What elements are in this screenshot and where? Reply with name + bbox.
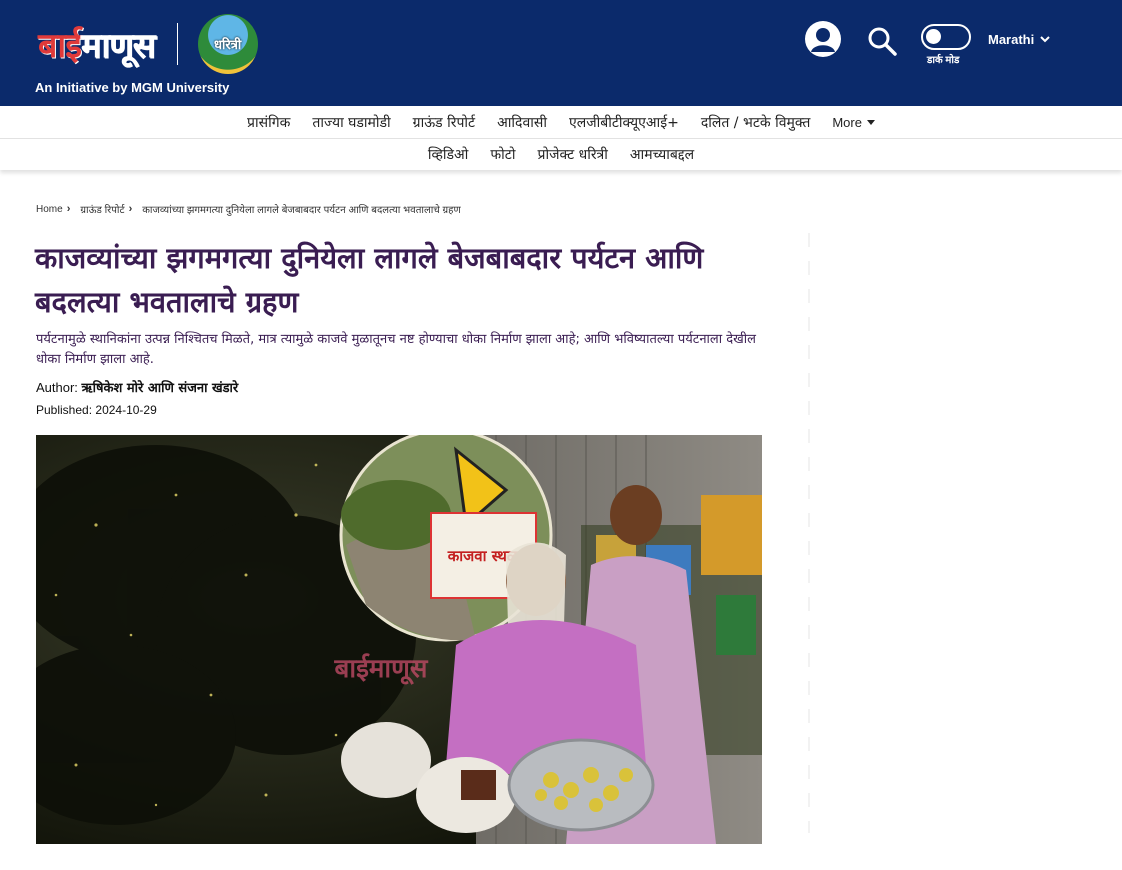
nav-item-about[interactable]: आमच्याबद्दल bbox=[619, 145, 705, 164]
sidebar-placeholder bbox=[808, 233, 810, 833]
user-icon[interactable] bbox=[805, 21, 841, 57]
nav-item-prasangik[interactable]: प्रासंगिक bbox=[236, 113, 301, 132]
published-date: 2024-10-29 bbox=[95, 403, 157, 417]
caret-down-icon bbox=[866, 119, 875, 125]
article-title: काजव्यांच्या झगमगत्या दुनियेला लागले बेज… bbox=[35, 241, 704, 319]
logo-divider bbox=[176, 23, 178, 65]
nav-item-video[interactable]: व्हिडिओ bbox=[417, 145, 480, 164]
nav-item-project-dharitri[interactable]: प्रोजेक्ट धरित्री bbox=[526, 145, 618, 164]
search-icon[interactable] bbox=[866, 25, 898, 57]
primary-nav: प्रासंगिक ताज्या घडामोडी ग्राऊंड रिपोर्ट… bbox=[0, 106, 1122, 139]
published-label: Published: bbox=[36, 403, 93, 417]
dark-mode-toggle[interactable] bbox=[921, 24, 971, 50]
partner-logo[interactable]: धरित्री bbox=[197, 14, 258, 74]
chevron-right-icon: › bbox=[128, 203, 133, 215]
author-name[interactable]: ऋषिकेश मोरे आणि संजना खंडारे bbox=[82, 381, 239, 396]
article-published: Published: 2024-10-29 bbox=[36, 403, 157, 417]
nav-item-latest[interactable]: ताज्या घडामोडी bbox=[301, 113, 401, 132]
language-label: Marathi bbox=[988, 32, 1035, 47]
secondary-nav: व्हिडिओ फोटो प्रोजेक्ट धरित्री आमच्याबद्… bbox=[0, 139, 1122, 170]
nav-item-dalit[interactable]: दलित / भटके विमुक्त bbox=[690, 113, 822, 132]
logo-part-2: माणूस bbox=[80, 26, 156, 66]
tagline: An Initiative by MGM University bbox=[35, 80, 230, 95]
watermark-text: बाईमाणूस bbox=[333, 653, 428, 685]
partner-logo-text: धरित्री bbox=[214, 38, 242, 53]
toggle-knob bbox=[926, 29, 941, 44]
article-author: Author: ऋषिकेश मोरे आणि संजना खंडारे bbox=[36, 378, 238, 396]
dark-mode-label: डार्क मोड bbox=[927, 55, 960, 66]
breadcrumb: Home › ग्राऊंड रिपोर्ट › काजव्यांच्या झग… bbox=[36, 202, 461, 216]
language-selector[interactable]: Marathi bbox=[988, 32, 1050, 47]
article-subtitle: पर्यटनामुळे स्थानिकांना उत्पन्न निश्चितच… bbox=[36, 332, 756, 367]
breadcrumb-home[interactable]: Home bbox=[36, 204, 63, 215]
site-header: बाईमाणूस धरित्री An Initiative by MGM Un… bbox=[0, 0, 1122, 106]
chevron-right-icon: › bbox=[66, 203, 71, 215]
logo-part-1: बाई bbox=[38, 26, 82, 66]
breadcrumb-category[interactable]: ग्राऊंड रिपोर्ट bbox=[80, 202, 124, 216]
nav-more-label: More bbox=[832, 114, 862, 130]
nav-item-lgbtqai[interactable]: एलजीबीटीक्यूएआई+ bbox=[558, 113, 690, 132]
nav-item-photo[interactable]: फोटो bbox=[479, 145, 526, 164]
author-label: Author: bbox=[36, 380, 78, 395]
breadcrumb-current: काजव्यांच्या झगमगत्या दुनियेला लागले बेज… bbox=[142, 205, 461, 216]
hero-image[interactable]: काजवा स्थळ बाईमाणूस bbox=[36, 435, 762, 844]
site-logo[interactable]: बाईमाणूस bbox=[38, 21, 156, 67]
nav-item-ground-report[interactable]: ग्राऊंड रिपोर्ट bbox=[402, 113, 486, 132]
chevron-down-icon bbox=[1040, 36, 1050, 43]
nav-more-dropdown[interactable]: More bbox=[821, 115, 886, 130]
logo-group[interactable]: बाईमाणूस धरित्री bbox=[38, 14, 258, 74]
nav-item-adivasi[interactable]: आदिवासी bbox=[486, 113, 558, 132]
